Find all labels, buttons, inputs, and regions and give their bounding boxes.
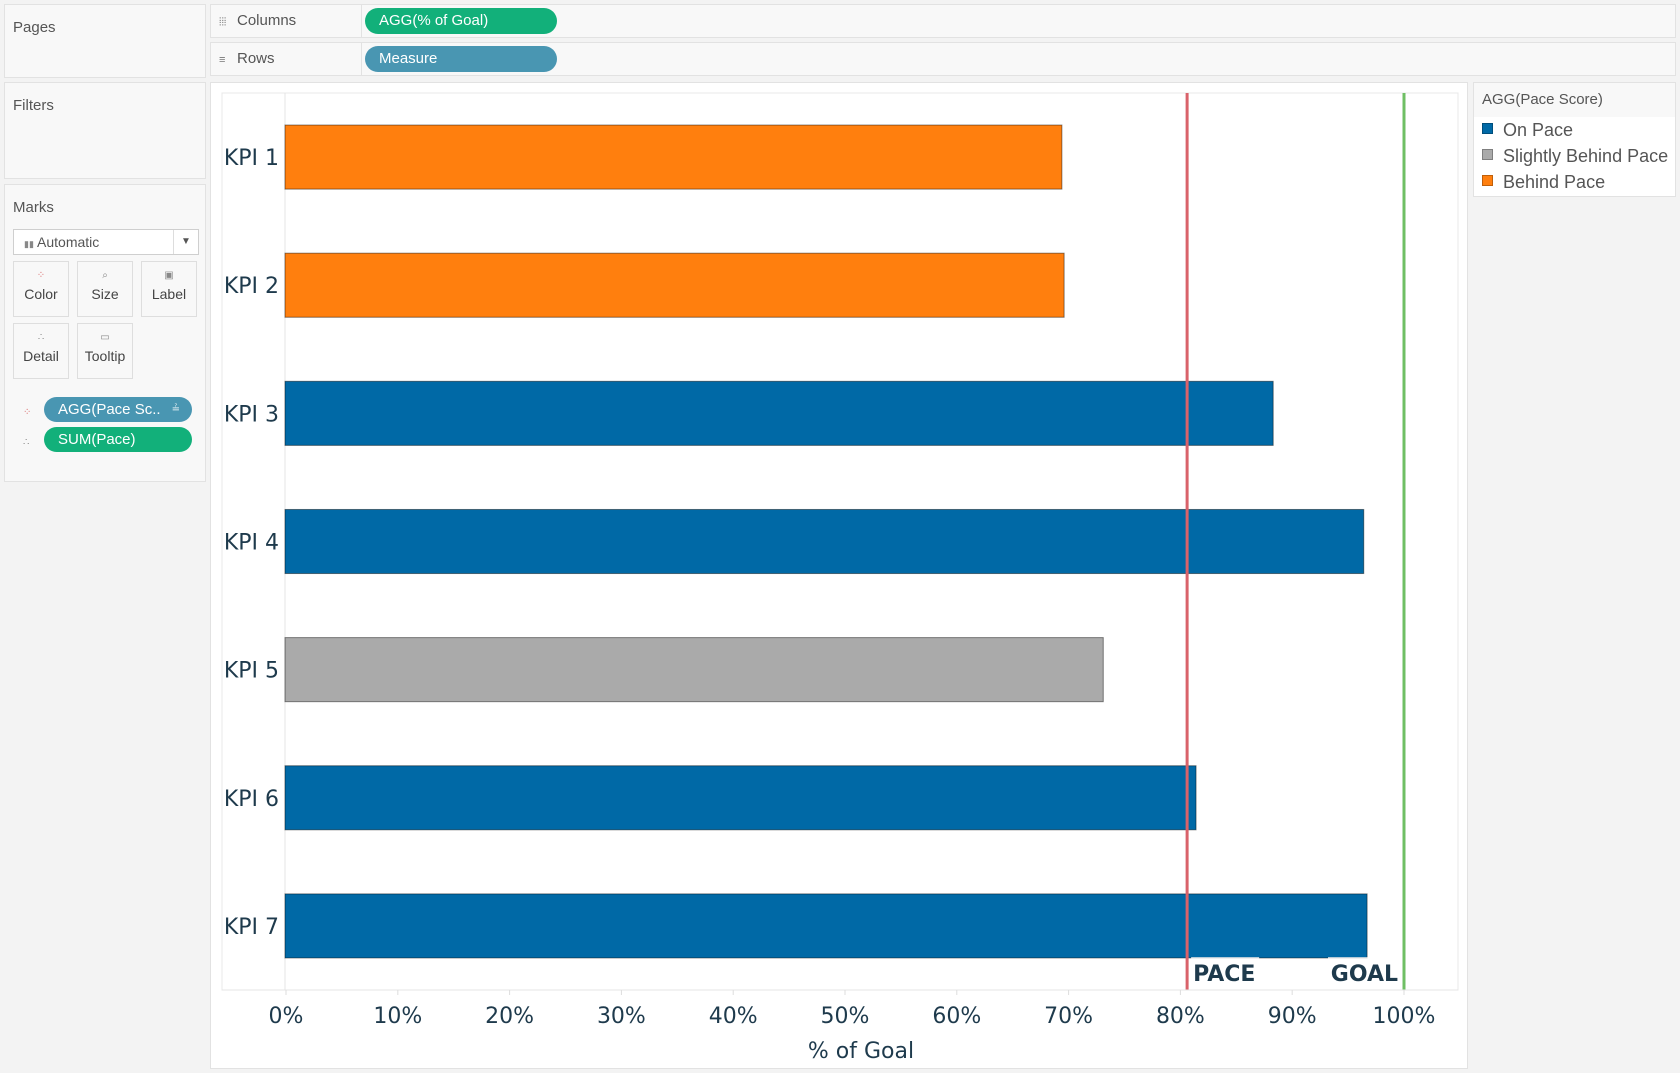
filters-title: Filters: [13, 97, 54, 114]
x-tick-label: 70%: [1044, 1004, 1093, 1029]
x-tick-label: 20%: [485, 1004, 534, 1029]
x-tick-label: 60%: [932, 1004, 981, 1029]
label-icon: ▣: [164, 270, 174, 281]
marks-title: Marks: [13, 199, 54, 216]
filters-shelf[interactable]: Filters: [4, 82, 206, 179]
rows-shelf-label: ≡ Rows: [211, 43, 362, 75]
x-tick-label: 50%: [821, 1004, 870, 1029]
columns-label: Columns: [237, 12, 297, 29]
rows-icon: ≡: [219, 54, 226, 66]
category-label: KPI 4: [224, 531, 279, 556]
bar-chart: KPI 1 KPI 2 KPI 3 KPI 4 KPI 5 KPI 6 KPI 7 PACE…: [221, 92, 1459, 1064]
tooltip-icon: ▭: [100, 332, 110, 343]
marks-tooltip-button[interactable]: ▭ Tooltip: [77, 323, 133, 379]
x-tick-label: 90%: [1268, 1004, 1317, 1029]
category-label: KPI 5: [224, 659, 279, 684]
reference-label-pace: PACE: [1193, 962, 1255, 987]
marks-color-button[interactable]: ⁘ Color: [13, 261, 69, 317]
columns-pill-agg-goal[interactable]: AGG(% of Goal): [365, 8, 557, 34]
color-label: Color: [24, 286, 58, 302]
x-tick-label: 40%: [709, 1004, 758, 1029]
columns-icon: ⦙⦙⦙: [219, 16, 227, 28]
legend-item[interactable]: Slightly Behind Pace: [1474, 143, 1675, 169]
bar-kpi-6[interactable]: [284, 765, 1197, 831]
legend-swatch: [1482, 123, 1493, 134]
bar-kpi-2[interactable]: [284, 252, 1065, 318]
legend-item[interactable]: Behind Pace: [1474, 169, 1675, 195]
marks-size-button[interactable]: ⌕ Size: [77, 261, 133, 317]
legend-item[interactable]: On Pace: [1474, 117, 1675, 143]
legend-label: On Pace: [1503, 120, 1574, 140]
bar-kpi-4[interactable]: [284, 508, 1365, 575]
rows-shelf[interactable]: ≡ Rows Measure: [210, 42, 1676, 76]
bar-kpi-5[interactable]: [284, 637, 1104, 703]
reference-label-goal: GOAL: [1331, 962, 1398, 987]
mark-type-value: Automatic: [37, 234, 100, 250]
label-label: Label: [151, 286, 187, 302]
columns-shelf[interactable]: ⦙⦙⦙ Columns AGG(% of Goal): [210, 4, 1676, 38]
detail-label: Detail: [23, 348, 59, 364]
marks-pill-pace-score[interactable]: AGG(Pace Sc.. ≟: [44, 397, 192, 422]
bar-kpi-1[interactable]: [284, 124, 1063, 190]
x-tick-label: 30%: [597, 1004, 646, 1029]
mark-type-dropdown[interactable]: ▮▮ Automatic ▼: [13, 229, 199, 255]
rows-pill-measure[interactable]: Measure: [365, 46, 557, 72]
tooltip-label: Tooltip: [84, 348, 126, 364]
x-axis-title: % of Goal: [808, 1039, 914, 1064]
x-tick-label: 0%: [269, 1004, 304, 1029]
bar-kpi-3[interactable]: [284, 380, 1274, 446]
category-label: KPI 6: [224, 787, 279, 812]
detail-icon: ∴: [37, 332, 45, 343]
pages-title: Pages: [13, 19, 56, 36]
marks-label-button[interactable]: ▣ Label: [141, 261, 197, 317]
rows-label: Rows: [237, 50, 275, 67]
legend-swatch: [1482, 175, 1493, 186]
x-tick-label: 80%: [1156, 1004, 1205, 1029]
size-label: Size: [91, 286, 119, 302]
category-label: KPI 2: [224, 274, 279, 299]
x-ticks: 0% 10% 20% 30% 40% 50% 60% 70% 80% 90% 100%: [269, 990, 1436, 1029]
color-icon: ⁘: [36, 270, 46, 281]
legend-title: AGG(Pace Score): [1474, 83, 1675, 117]
category-label: KPI 3: [224, 402, 279, 427]
chevron-down-icon[interactable]: ▼: [173, 230, 198, 254]
legend-label: Slightly Behind Pace: [1503, 146, 1669, 166]
detail-icon: ∴: [23, 437, 30, 448]
color-legend: AGG(Pace Score) On Pace Slightly Behind P…: [1473, 82, 1676, 197]
color-icon: ⁘: [23, 407, 32, 418]
legend-label: Behind Pace: [1503, 172, 1606, 192]
pace-score-pill-label: AGG(Pace Sc..: [58, 401, 161, 418]
legend-swatch: [1482, 149, 1493, 160]
columns-shelf-label: ⦙⦙⦙ Columns: [211, 5, 362, 37]
bar-chart-icon: ▮▮: [24, 239, 34, 249]
sort-icon: ≟: [171, 404, 180, 415]
x-tick-label: 100%: [1373, 1004, 1436, 1029]
bar-kpi-7[interactable]: [284, 893, 1368, 959]
x-tick-label: 10%: [373, 1004, 422, 1029]
category-label: KPI 7: [224, 915, 279, 940]
marks-detail-button[interactable]: ∴ Detail: [13, 323, 69, 379]
pages-shelf[interactable]: Pages: [4, 4, 206, 78]
size-icon: ⌕: [102, 270, 108, 281]
marks-card: Marks ▮▮ Automatic ▼ ⁘ Color ⌕ Size ▣ La…: [4, 184, 206, 482]
marks-pill-sum-pace[interactable]: SUM(Pace): [44, 427, 192, 452]
category-label: KPI 1: [224, 146, 279, 171]
viz-pane: KPI 1 KPI 2 KPI 3 KPI 4 KPI 5 KPI 6 KPI 7 PACE…: [210, 82, 1468, 1069]
